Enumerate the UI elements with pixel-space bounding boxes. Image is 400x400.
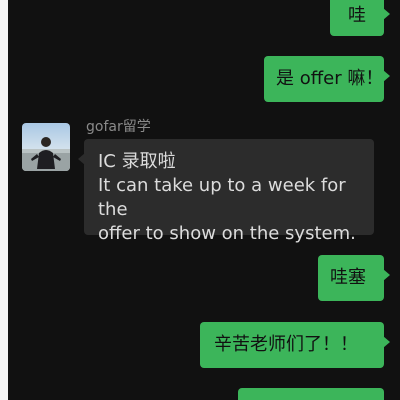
sender-avatar[interactable] — [22, 123, 70, 171]
avatar-photo-icon — [22, 123, 70, 171]
message-line: IC 录取啦 — [98, 151, 176, 172]
outgoing-message-bubble[interactable]: 辛苦老师们了！！ — [200, 322, 390, 368]
outgoing-message-bubble[interactable]: 是 offer 嘛！ — [264, 56, 390, 102]
incoming-message-bubble[interactable]: IC 录取啦 It can take up to a week for the … — [78, 139, 374, 244]
outgoing-message-bubble[interactable]: 哇塞 — [318, 255, 390, 301]
message-text: 哇 — [348, 5, 366, 26]
message-text: 是 offer 嘛！ — [276, 68, 384, 89]
sender-name: gofar留学 — [86, 119, 151, 135]
message-text: 哇塞 — [330, 267, 366, 288]
message-line: offer to show on the system. — [98, 223, 356, 244]
message-line: It can take up to a week for the — [98, 175, 346, 220]
message-text: 辛苦老师们了！！ — [214, 334, 358, 355]
chat-screen: 哇 是 offer 嘛！ gofar留学 IC 录取啦 It can take … — [8, 0, 400, 400]
outgoing-message-bubble-partial[interactable] — [238, 388, 384, 400]
outgoing-message-bubble[interactable]: 哇 — [330, 0, 390, 36]
